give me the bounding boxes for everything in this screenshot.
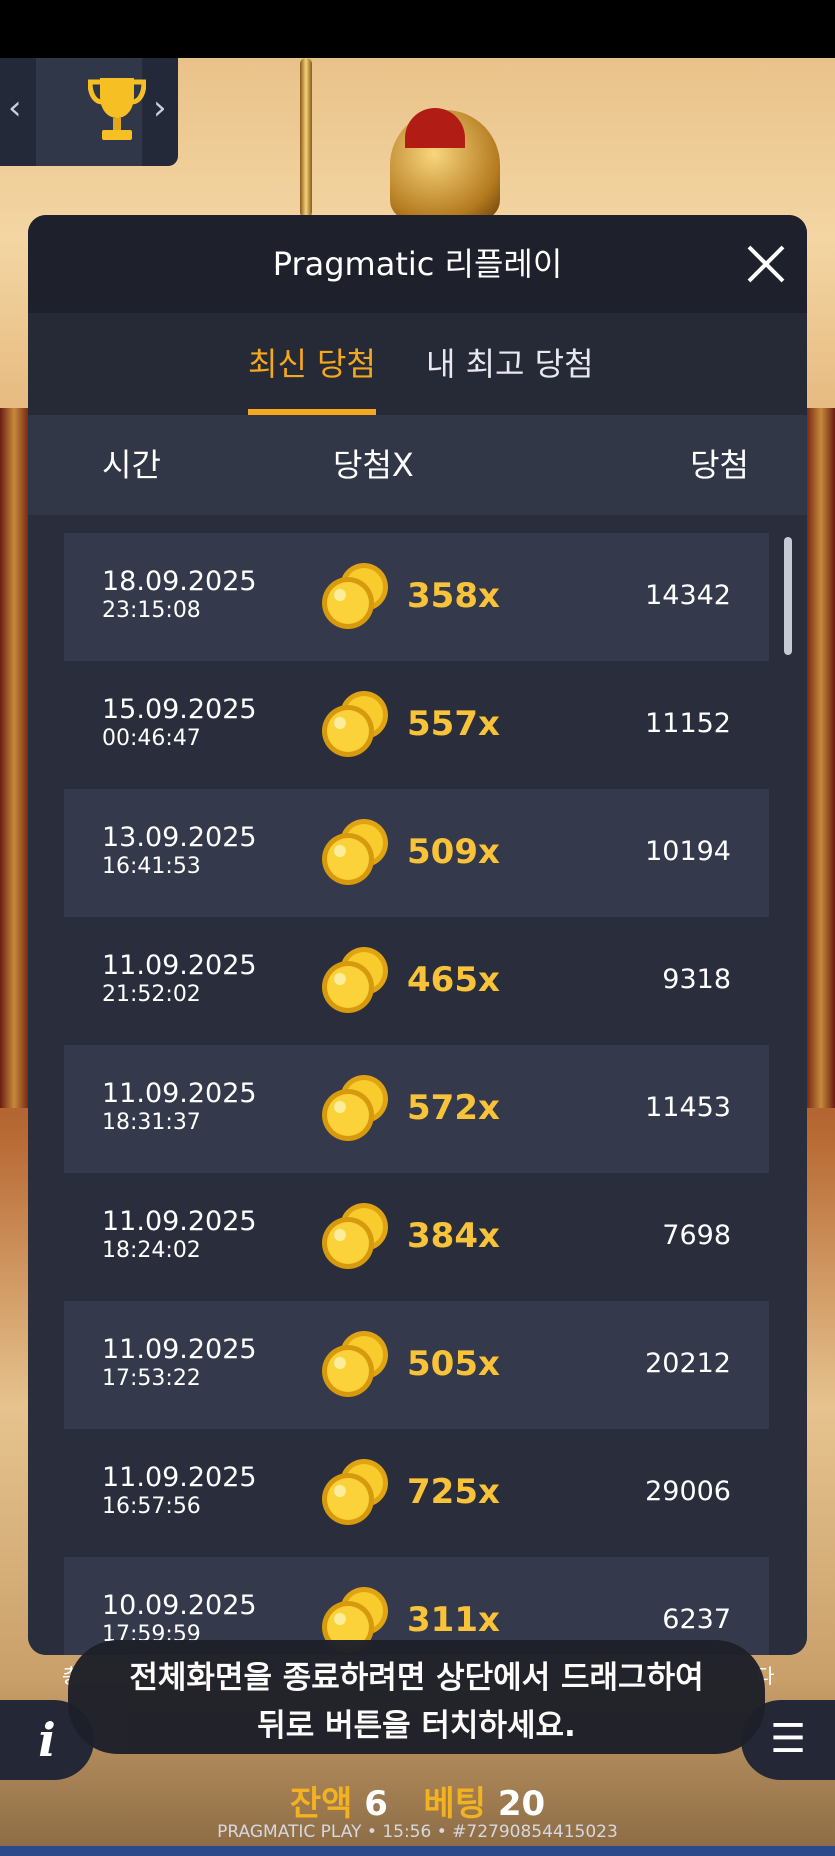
row-date: 10.09.2025 (102, 1590, 257, 1621)
column-header-win: 당첨 (690, 446, 749, 484)
trophy-button[interactable] (36, 58, 146, 166)
row-win-amount: 11152 (645, 708, 731, 739)
gold-coins-icon (314, 943, 394, 1023)
table-row[interactable]: 11.09.2025 18:24:02 384x 7698 (64, 1173, 769, 1301)
row-win-amount: 11453 (645, 1092, 731, 1123)
gold-coins-icon (314, 559, 394, 639)
left-pillar (0, 408, 28, 1108)
gold-coins-icon (314, 1327, 394, 1407)
row-multiplier: 384x (407, 1216, 500, 1256)
trophy-selector: ‹ › (0, 58, 178, 166)
row-time: 16:41:53 (102, 854, 201, 879)
trophy-icon (88, 78, 146, 140)
column-header-time: 시간 (102, 446, 161, 484)
gold-coins-icon (314, 1199, 394, 1279)
gold-coins-icon (314, 687, 394, 767)
table-row[interactable]: 11.09.2025 21:52:02 465x 9318 (64, 917, 769, 1045)
footer-info: PRAGMATIC PLAY • 15:56 • #72790854415023 (217, 1822, 618, 1842)
table-row[interactable]: 18.09.2025 23:15:08 358x 14342 (64, 533, 769, 661)
chevron-left-icon[interactable]: ‹ (8, 88, 22, 128)
gold-coins-icon (314, 1071, 394, 1151)
tab-label: 최신 당첨 (248, 345, 376, 383)
chevron-right-icon[interactable]: › (153, 88, 167, 128)
row-multiplier: 725x (407, 1472, 500, 1512)
row-time: 18:24:02 (102, 1238, 201, 1263)
toast-line-1: 전체화면을 종료하려면 상단에서 드래그하여 (129, 1660, 704, 1696)
tab-label: 내 최고 당첨 (426, 345, 594, 383)
gold-coins-icon (314, 815, 394, 895)
column-header-multiplier: 당첨X (333, 446, 414, 484)
replay-modal: Pragmatic 리플레이 최신 당첨 내 최고 당첨 시간 당첨X 당첨 1… (28, 215, 807, 1655)
row-date: 18.09.2025 (102, 566, 257, 597)
row-win-amount: 10194 (645, 836, 731, 867)
row-multiplier: 509x (407, 832, 500, 872)
row-multiplier: 465x (407, 960, 500, 1000)
row-win-amount: 29006 (645, 1476, 731, 1507)
fullscreen-toast: 전체화면을 종료하려면 상단에서 드래그하여 뒤로 버튼을 터치하세요. (68, 1640, 765, 1754)
row-date: 11.09.2025 (102, 1078, 257, 1109)
row-win-amount: 6237 (662, 1604, 731, 1635)
table-row[interactable]: 11.09.2025 18:31:37 572x 11453 (64, 1045, 769, 1173)
row-date: 13.09.2025 (102, 822, 257, 853)
close-icon[interactable] (743, 241, 789, 287)
tab-bar: 최신 당첨 내 최고 당첨 (28, 313, 807, 415)
balance-value: 6 (364, 1784, 388, 1824)
bottom-edge (0, 1846, 835, 1856)
row-win-amount: 7698 (662, 1220, 731, 1251)
row-multiplier: 358x (407, 576, 500, 616)
row-time: 18:31:37 (102, 1110, 201, 1135)
scrollbar[interactable] (784, 537, 792, 655)
table-row[interactable]: 11.09.2025 17:53:22 505x 20212 (64, 1301, 769, 1429)
balance-label: 잔액 (289, 1784, 353, 1824)
balance-bet-display: 잔액 6 베팅 20 (0, 1776, 835, 1825)
table-row[interactable]: 13.09.2025 16:41:53 509x 10194 (64, 789, 769, 917)
row-multiplier: 572x (407, 1088, 500, 1128)
bet-value: 20 (497, 1784, 546, 1824)
bet-label: 베팅 (423, 1784, 486, 1824)
win-list[interactable]: 18.09.2025 23:15:08 358x 14342 15.09.2025 00:… (28, 515, 807, 1655)
row-multiplier: 505x (407, 1344, 500, 1384)
right-pillar (807, 408, 835, 1108)
tab-latest-wins[interactable]: 최신 당첨 (248, 313, 376, 415)
modal-header: Pragmatic 리플레이 (28, 215, 807, 313)
gold-coins-icon (314, 1455, 394, 1535)
row-date: 11.09.2025 (102, 1206, 257, 1237)
table-row[interactable]: 11.09.2025 16:57:56 725x 29006 (64, 1429, 769, 1557)
spear-decoration (300, 58, 312, 218)
modal-title: Pragmatic 리플레이 (272, 245, 563, 283)
row-time: 23:15:08 (102, 598, 201, 623)
row-date: 11.09.2025 (102, 1334, 257, 1365)
row-win-amount: 14342 (645, 580, 731, 611)
table-row[interactable]: 15.09.2025 00:46:47 557x 11152 (64, 661, 769, 789)
row-date: 11.09.2025 (102, 950, 257, 981)
row-time: 00:46:47 (102, 726, 201, 751)
row-time: 21:52:02 (102, 982, 201, 1007)
row-multiplier: 311x (407, 1600, 500, 1640)
row-multiplier: 557x (407, 704, 500, 744)
table-header: 시간 당첨X 당첨 (28, 415, 807, 515)
row-time: 16:57:56 (102, 1494, 201, 1519)
row-win-amount: 9318 (662, 964, 731, 995)
row-date: 15.09.2025 (102, 694, 257, 725)
status-bar (0, 0, 835, 58)
row-win-amount: 20212 (645, 1348, 731, 1379)
row-date: 11.09.2025 (102, 1462, 257, 1493)
row-time: 17:53:22 (102, 1366, 201, 1391)
toast-line-2: 뒤로 버튼을 터치하세요. (257, 1708, 576, 1744)
tab-my-best-wins[interactable]: 내 최고 당첨 (426, 313, 594, 415)
